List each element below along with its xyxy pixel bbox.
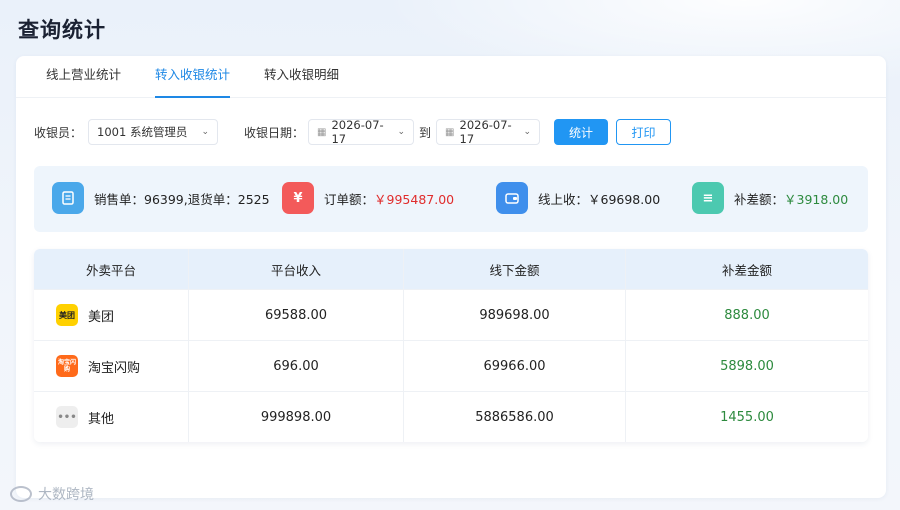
platform-table: 外卖平台 平台收入 线下金额 补差金额 美团 美团 69588.00 98969…: [34, 249, 868, 442]
chevron-down-icon: ⌄: [201, 127, 210, 137]
platform-cell: 淘宝闪购 淘宝闪购: [34, 341, 189, 391]
date-from-picker[interactable]: ▦ 2026-07-17 ⌄: [308, 118, 415, 146]
offline-amount-cell: 69966.00: [404, 341, 626, 391]
date-to-value: 2026-07-17: [459, 118, 512, 146]
table-row: 淘宝闪购 淘宝闪购 696.00 69966.00 5898.00: [34, 340, 868, 391]
yen-tag-icon: ¥: [282, 182, 314, 214]
online-income-text: 线上收：￥69698.00: [538, 191, 661, 207]
taobao-shangou-icon: 淘宝闪购: [56, 355, 78, 377]
date-from-value: 2026-07-17: [331, 118, 384, 146]
header-offline-amount: 线下金额: [404, 249, 626, 289]
subsidy-label: 补差额：: [734, 191, 785, 207]
platform-name: 淘宝闪购: [88, 360, 141, 376]
print-button[interactable]: 打印: [616, 119, 672, 145]
subsidy-cell: 1455.00: [720, 409, 774, 425]
sales-count-text: 销售单：96399,退货单：2525: [94, 191, 270, 207]
platform-income-cell: 696.00: [189, 341, 404, 391]
tab-online-business-stats[interactable]: 线上营业统计: [46, 55, 121, 97]
date-to-picker[interactable]: ▦ 2026-07-17 ⌄: [436, 118, 541, 146]
subsidy-value: ￥3918.00: [784, 191, 849, 207]
watermark-logo-icon: [10, 486, 32, 502]
order-amount-label: 订单额：: [324, 191, 375, 207]
cashier-label: 收银员：: [34, 125, 83, 140]
cashier-select[interactable]: 1001 系统管理员 ⌄: [88, 119, 219, 145]
summary-subsidy: ≡ 补差额： ￥3918.00: [692, 182, 848, 214]
table-header: 外卖平台 平台收入 线下金额 补差金额: [34, 249, 868, 289]
tab-cashier-transfer-details[interactable]: 转入收银明细: [264, 55, 339, 97]
offline-amount-cell: 5886586.00: [404, 392, 626, 442]
chevron-down-icon: ⌄: [397, 127, 406, 137]
ticket-icon: ≡: [692, 182, 724, 214]
filter-row: 收银员： 1001 系统管理员 ⌄ 收银日期： ▦ 2026-07-17 ⌄ 到…: [34, 118, 672, 146]
chevron-down-icon: ⌄: [523, 127, 532, 137]
order-amount-value: ￥995487.00: [374, 191, 455, 207]
subsidy-cell: 5898.00: [720, 358, 774, 374]
document-icon: [52, 182, 84, 214]
tab-cashier-transfer-stats[interactable]: 转入收银统计: [155, 55, 231, 98]
platform-cell: ••• 其他: [34, 392, 189, 442]
meituan-icon: 美团: [56, 304, 78, 326]
date-label: 收银日期：: [244, 125, 305, 140]
summary-online-income: 线上收：￥69698.00: [496, 182, 660, 214]
calendar-icon: ▦: [317, 126, 327, 138]
watermark: 大数跨境: [10, 484, 94, 504]
header-platform: 外卖平台: [34, 249, 189, 289]
header-subsidy: 补差金额: [721, 262, 772, 278]
subsidy-cell: 888.00: [724, 307, 770, 323]
page-title: 查询统计: [18, 18, 106, 42]
platform-name: 美团: [88, 309, 115, 325]
platform-name: 其他: [88, 411, 115, 427]
calendar-icon: ▦: [445, 126, 455, 138]
stat-button[interactable]: 统计: [554, 119, 609, 145]
wallet-icon: [496, 182, 528, 214]
platform-income-cell: 69588.00: [189, 290, 404, 340]
main-card: 线上营业统计 转入收银统计 转入收银明细 收银员： 1001 系统管理员 ⌄ 收…: [16, 56, 886, 498]
cashier-select-value: 1001 系统管理员: [97, 125, 188, 139]
platform-cell: 美团 美团: [34, 290, 189, 340]
table-row: 美团 美团 69588.00 989698.00 888.00: [34, 289, 868, 340]
platform-income-cell: 999898.00: [189, 392, 404, 442]
summary-bar: 销售单：96399,退货单：2525 ¥ 订单额： ￥995487.00 线上收…: [34, 166, 868, 232]
tab-bar: 线上营业统计 转入收银统计 转入收银明细: [16, 56, 886, 98]
more-dots-icon: •••: [56, 406, 78, 428]
header-platform-income: 平台收入: [189, 249, 404, 289]
watermark-text: 大数跨境: [38, 487, 94, 503]
offline-amount-cell: 989698.00: [404, 290, 626, 340]
summary-order-amount: ¥ 订单额： ￥995487.00: [282, 182, 454, 214]
date-separator: 到: [419, 125, 432, 140]
table-row: ••• 其他 999898.00 5886586.00 1455.00: [34, 391, 868, 442]
summary-sales: 销售单：96399,退货单：2525: [52, 182, 270, 214]
